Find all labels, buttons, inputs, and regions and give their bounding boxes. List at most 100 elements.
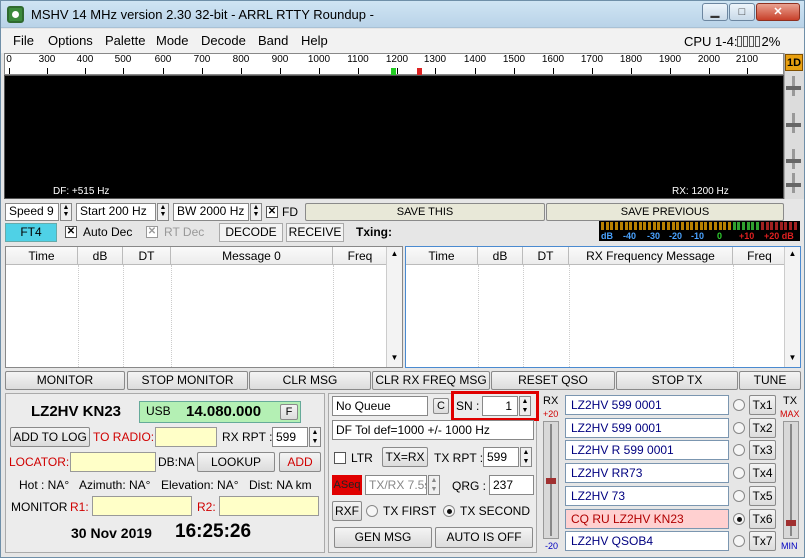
- tx-message-field[interactable]: LZ2HV 73: [565, 485, 729, 506]
- save-previous-button[interactable]: SAVE PREVIOUS: [546, 203, 784, 221]
- slider-knob[interactable]: [786, 183, 801, 187]
- clear-queue-button[interactable]: C: [433, 398, 449, 414]
- r1-input[interactable]: [92, 496, 192, 516]
- scroll-down-icon[interactable]: ▼: [787, 353, 798, 364]
- slider-knob[interactable]: [786, 86, 801, 90]
- maximize-button[interactable]: □: [729, 3, 755, 21]
- to-radio-input[interactable]: [155, 427, 217, 447]
- tx-rpt-spinner[interactable]: ▲ ▼: [520, 447, 532, 467]
- bw-field[interactable]: BW 2000 Hz: [173, 203, 249, 221]
- tx-message-field[interactable]: LZ2HV QSOB4: [565, 531, 729, 552]
- column-header[interactable]: DT: [123, 247, 171, 265]
- speed-spinner[interactable]: ▲ ▼: [60, 203, 72, 221]
- tx-button[interactable]: Tx7: [749, 531, 776, 552]
- menu-band[interactable]: Band: [258, 33, 288, 48]
- tx-button[interactable]: Tx4: [749, 463, 776, 484]
- add-button[interactable]: ADD: [279, 452, 321, 472]
- qrg-field[interactable]: 237: [489, 475, 534, 495]
- gen-msg-button[interactable]: GEN MSG: [334, 527, 432, 548]
- column-header[interactable]: dB: [78, 247, 123, 265]
- mode-1d-button[interactable]: 1D: [785, 54, 803, 71]
- locator-input[interactable]: [70, 452, 156, 472]
- menu-options[interactable]: Options: [48, 33, 93, 48]
- ft4-mode-button[interactable]: FT4: [5, 223, 57, 242]
- f-button[interactable]: F: [280, 404, 298, 420]
- column-header[interactable]: Message 0: [171, 247, 333, 265]
- action-button-stop-tx[interactable]: STOP TX: [616, 371, 738, 390]
- action-button-clr-rx-freq-msg[interactable]: CLR RX FREQ MSG: [372, 371, 490, 390]
- tx-rpt-field[interactable]: 599: [483, 447, 519, 467]
- tx-button[interactable]: Tx6: [749, 508, 776, 529]
- tx-message-field[interactable]: LZ2HV RR73: [565, 463, 729, 484]
- txrx-time-spinner[interactable]: ▲ ▼: [428, 475, 440, 495]
- band-activity-table[interactable]: Time dB DT Message 0 Freq ▲ ▼: [5, 246, 403, 368]
- sn-spinner[interactable]: ▲ ▼: [519, 396, 531, 416]
- scroll-up-icon[interactable]: ▲: [389, 249, 400, 260]
- tx-select-radio[interactable]: [733, 467, 745, 480]
- scroll-up-icon[interactable]: ▲: [787, 249, 798, 260]
- tx-second-radio[interactable]: [443, 505, 455, 517]
- action-button-stop-monitor[interactable]: STOP MONITOR: [127, 371, 248, 390]
- column-header[interactable]: Time: [406, 247, 478, 265]
- rxf-button[interactable]: RXF: [332, 501, 362, 521]
- tx-select-radio[interactable]: [733, 444, 745, 457]
- tx-select-radio[interactable]: [733, 399, 745, 411]
- lookup-button[interactable]: LOOKUP: [197, 452, 275, 472]
- minimize-button[interactable]: ▁: [702, 3, 728, 21]
- bw-spinner[interactable]: ▲ ▼: [250, 203, 262, 221]
- tx-select-radio[interactable]: [733, 421, 745, 434]
- action-button-tune[interactable]: TUNE: [739, 371, 801, 390]
- fd-checkbox[interactable]: ✕: [266, 206, 278, 218]
- menu-help[interactable]: Help: [301, 33, 328, 48]
- menu-palette[interactable]: Palette: [105, 33, 145, 48]
- action-button-clr-msg[interactable]: CLR MSG: [249, 371, 371, 390]
- r2-input[interactable]: [219, 496, 319, 516]
- tx-eq-rx-button[interactable]: TX=RX: [382, 447, 428, 467]
- tx-button[interactable]: Tx5: [749, 485, 776, 506]
- tx-first-radio[interactable]: [366, 505, 378, 517]
- menu-file[interactable]: File: [13, 33, 34, 48]
- action-button-monitor[interactable]: MONITOR: [5, 371, 125, 390]
- slider-knob[interactable]: [786, 123, 801, 127]
- tx-select-radio[interactable]: [733, 535, 745, 548]
- queue-field[interactable]: No Queue: [332, 396, 428, 416]
- tx-select-radio[interactable]: [733, 512, 745, 525]
- tx-message-field[interactable]: LZ2HV 599 0001: [565, 395, 729, 415]
- rt-dec-checkbox[interactable]: ✕: [146, 226, 158, 238]
- column-header[interactable]: dB: [478, 247, 523, 265]
- tx-button[interactable]: Tx2: [749, 417, 776, 438]
- tx-message-field[interactable]: LZ2HV 599 0001: [565, 417, 729, 438]
- start-field[interactable]: Start 200 Hz: [76, 203, 156, 221]
- frequency-ruler[interactable]: 0 300 400 500 600 700 800 900 1000 1100 1200 1300 14…: [4, 53, 784, 75]
- tx-button[interactable]: Tx3: [749, 440, 776, 461]
- start-spinner[interactable]: ▲ ▼: [157, 203, 169, 221]
- column-header[interactable]: DT: [523, 247, 569, 265]
- ltr-checkbox[interactable]: [334, 452, 346, 464]
- column-header[interactable]: RX Frequency Message: [569, 247, 733, 265]
- column-header[interactable]: Time: [6, 247, 78, 265]
- sn-field[interactable]: 1: [482, 396, 518, 416]
- add-to-log-button[interactable]: ADD TO LOG: [10, 427, 90, 447]
- column-header[interactable]: Freq: [733, 247, 787, 265]
- df-tol-field[interactable]: DF Tol def=1000 +/- 1000 Hz: [332, 420, 534, 440]
- waterfall-display[interactable]: DF: +515 Hz RX: 1200 Hz: [4, 75, 784, 199]
- rx-frequency-table[interactable]: Time dB DT RX Frequency Message Freq ▲ ▼: [405, 246, 801, 368]
- tx-button[interactable]: Tx1: [749, 395, 776, 415]
- auto-off-button[interactable]: AUTO IS OFF: [435, 527, 533, 548]
- tx-message-field[interactable]: LZ2HV R 599 0001: [565, 440, 729, 461]
- column-header[interactable]: Freq: [333, 247, 388, 265]
- scroll-down-icon[interactable]: ▼: [389, 353, 400, 364]
- table-scrollbar[interactable]: ▲ ▼: [784, 247, 800, 367]
- menu-decode[interactable]: Decode: [201, 33, 246, 48]
- save-this-button[interactable]: SAVE THIS: [305, 203, 545, 221]
- rx-rpt-field[interactable]: 599: [272, 427, 308, 447]
- aseq-button[interactable]: ASeq: [332, 475, 362, 495]
- menu-mode[interactable]: Mode: [156, 33, 189, 48]
- tx-level-slider[interactable]: [783, 421, 799, 539]
- rx-rpt-spinner[interactable]: ▲ ▼: [309, 427, 321, 447]
- action-button-reset-qso[interactable]: RESET QSO: [491, 371, 615, 390]
- close-button[interactable]: ✕: [756, 3, 800, 21]
- auto-dec-checkbox[interactable]: ✕: [65, 226, 77, 238]
- txrx-time-field[interactable]: TX/RX 7.5s: [365, 475, 427, 495]
- table-scrollbar[interactable]: ▲ ▼: [386, 247, 402, 367]
